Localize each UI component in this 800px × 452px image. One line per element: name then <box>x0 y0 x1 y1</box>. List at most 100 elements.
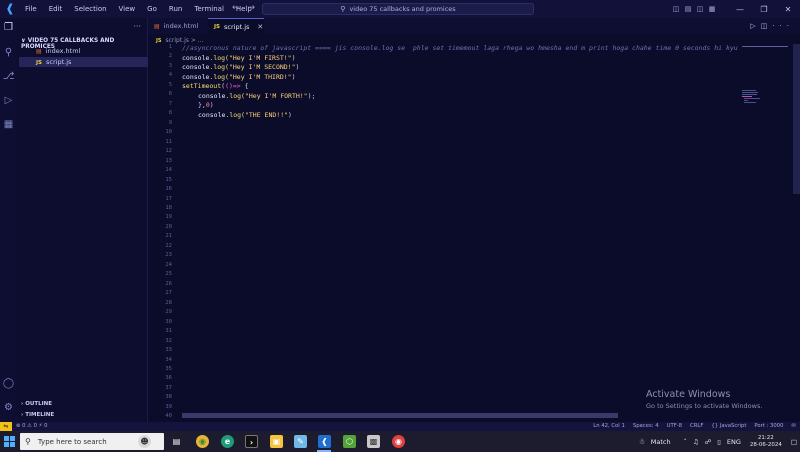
app-icon[interactable]: ▩ <box>367 435 380 448</box>
edge-icon[interactable]: e <box>221 435 234 448</box>
network-icon[interactable]: ☍ <box>705 438 712 446</box>
tab-script-js[interactable]: JS script.js ✕ <box>208 18 264 34</box>
tab-close-icon[interactable]: ✕ <box>257 23 263 31</box>
code-editor[interactable]: 1 2 3 4 5 6 7 8 9 10 11 12 13 14 15 16 17 18 19 20 21 22 23 24 2… <box>148 44 800 422</box>
js-file-icon: JS <box>214 23 221 30</box>
end-of-line[interactable]: CRLF <box>690 423 703 429</box>
node-icon[interactable]: ⬡ <box>343 435 356 448</box>
chrome-profile-icon[interactable]: ◉ <box>392 435 405 448</box>
line-number: 1 <box>168 44 172 50</box>
token: ) <box>291 72 296 81</box>
line-number: 30 <box>165 318 172 325</box>
activate-windows-watermark: Activate Windows Go to Settings to activ… <box>646 389 762 410</box>
command-center-search[interactable]: ⚲ video 75 callbacks and promices <box>262 3 534 15</box>
search-icon[interactable]: ⚲ <box>0 47 17 58</box>
run-debug-icon[interactable]: ▷ <box>0 95 17 106</box>
vertical-scrollbar[interactable] <box>793 44 800 194</box>
line-number: 35 <box>165 365 172 372</box>
windows-start-icon[interactable] <box>4 436 15 447</box>
outline-section[interactable]: › OUTLINE <box>21 401 52 407</box>
run-icon[interactable]: ▷ <box>750 22 760 30</box>
problems-indicator[interactable]: ⊗ 0 ⚠ 0 ⚡ 0 <box>16 423 47 429</box>
line-number: 3 <box>168 62 172 69</box>
chrome-icon[interactable]: ◉ <box>196 435 209 448</box>
menu-file[interactable]: File <box>19 5 43 13</box>
system-tray: ☃ Match ˆ ♫ ☍ ▯ ENG 21:22 28-06-2024 □ <box>636 431 800 452</box>
notifications-bell-icon[interactable]: ✉ <box>792 423 796 429</box>
settings-gear-icon[interactable]: ⚙ <box>0 402 17 413</box>
task-view-icon[interactable]: ▤ <box>170 435 183 448</box>
editor-tab-bar: ▤ index.html JS script.js ✕ ▷◫··· <box>148 18 800 34</box>
line-number: 15 <box>165 176 172 183</box>
line-number: 40 <box>165 413 172 420</box>
minimap[interactable] <box>742 46 790 116</box>
battery-icon[interactable]: ▯ <box>717 438 721 446</box>
toggle-panel-icon[interactable]: ▤ <box>682 5 694 13</box>
source-control-icon[interactable]: ⎇ <box>0 71 17 82</box>
terminal-icon[interactable]: › <box>245 435 258 448</box>
restore-icon[interactable]: ❐ <box>752 5 776 14</box>
weather-icon[interactable]: ☃ <box>639 438 645 446</box>
string: "Hey I'M THIRD!" <box>228 72 292 81</box>
code-line-2: console.log("Hey I'M FIRST!") <box>182 54 296 64</box>
toggle-secondary-sidebar-icon[interactable]: ◫ <box>694 5 706 13</box>
account-icon[interactable]: ◯ <box>0 378 17 389</box>
language-mode[interactable]: {} JavaScript <box>711 423 746 429</box>
notepad-icon[interactable]: ✎ <box>294 435 307 448</box>
vscode-taskbar-icon[interactable]: ❰ <box>318 435 331 448</box>
menu-terminal[interactable]: Terminal <box>188 5 230 13</box>
code-line-3: console.log("Hey I'M SECOND!") <box>182 63 299 73</box>
file-explorer-icon[interactable]: ▣ <box>270 435 283 448</box>
token: .log( <box>225 91 245 100</box>
search-icon: ⚲ <box>340 5 346 13</box>
menu-selection[interactable]: Selection <box>68 5 112 13</box>
minimap-line <box>742 92 758 93</box>
language-indicator[interactable]: ENG <box>727 438 741 446</box>
breadcrumb-file[interactable]: script.js <box>165 37 188 44</box>
minimap-line <box>742 94 757 95</box>
timeline-section[interactable]: › TIMELINE <box>21 412 54 418</box>
token: console <box>182 63 210 71</box>
notification-center-icon[interactable]: □ <box>791 438 797 446</box>
menu-go[interactable]: Go <box>141 5 163 13</box>
menu-edit[interactable]: Edit <box>43 5 69 13</box>
chevron-up-icon[interactable]: ˆ <box>684 438 687 446</box>
minimap-line <box>744 102 756 103</box>
line-number: 17 <box>165 195 172 202</box>
layout-controls: ◫ ▤ ◫ ▦ — ❐ ✕ <box>670 0 800 18</box>
customize-layout-icon[interactable]: ▦ <box>706 5 718 13</box>
more-actions-icon[interactable]: ··· <box>133 22 141 31</box>
toggle-sidebar-icon[interactable]: ◫ <box>670 5 682 13</box>
forward-arrow-icon[interactable]: → <box>248 3 264 13</box>
weather-text[interactable]: Match <box>651 438 671 446</box>
back-arrow-icon[interactable]: ← <box>232 3 248 13</box>
speaker-icon[interactable]: ♫ <box>693 438 699 446</box>
menu-run[interactable]: Run <box>163 5 188 13</box>
explorer-icon[interactable]: ❐ <box>0 22 17 33</box>
cortana-character-icon[interactable]: ☻ <box>138 435 151 448</box>
line-number: 26 <box>165 280 172 287</box>
file-item-script-js[interactable]: JS script.js <box>19 57 148 67</box>
line-number: 36 <box>165 375 172 382</box>
cursor-position[interactable]: Ln 42, Col 1 <box>593 423 625 429</box>
extensions-icon[interactable]: ▦ <box>0 119 17 130</box>
minimize-icon[interactable]: — <box>728 5 752 14</box>
more-actions-icon[interactable]: ··· <box>772 22 794 30</box>
code-area[interactable]: //asyncronus nature of javascript ==== j… <box>182 44 738 124</box>
minimap-line <box>742 90 756 91</box>
line-number: 27 <box>165 290 172 297</box>
remote-indicator-icon[interactable]: ⇋ <box>0 422 12 431</box>
indentation[interactable]: Spaces: 4 <box>633 423 659 429</box>
encoding[interactable]: UTF-8 <box>667 423 682 429</box>
windows-taskbar: ⚲ Type here to search ☻ ▤ ◉ e › ▣ ✎ ❰ ⬡ … <box>0 431 800 452</box>
close-icon[interactable]: ✕ <box>776 5 800 14</box>
breadcrumb-rest: > ... <box>190 37 204 44</box>
horizontal-scrollbar[interactable] <box>182 413 618 418</box>
menu-view[interactable]: View <box>113 5 142 13</box>
tab-index-html[interactable]: ▤ index.html <box>148 18 206 34</box>
line-number: 19 <box>165 214 172 221</box>
split-editor-icon[interactable]: ◫ <box>761 22 773 30</box>
file-item-index-html[interactable]: ▤ index.html <box>19 46 148 56</box>
clock[interactable]: 21:22 28-06-2024 <box>750 435 782 449</box>
live-server-port[interactable]: Port : 3000 <box>754 423 783 429</box>
